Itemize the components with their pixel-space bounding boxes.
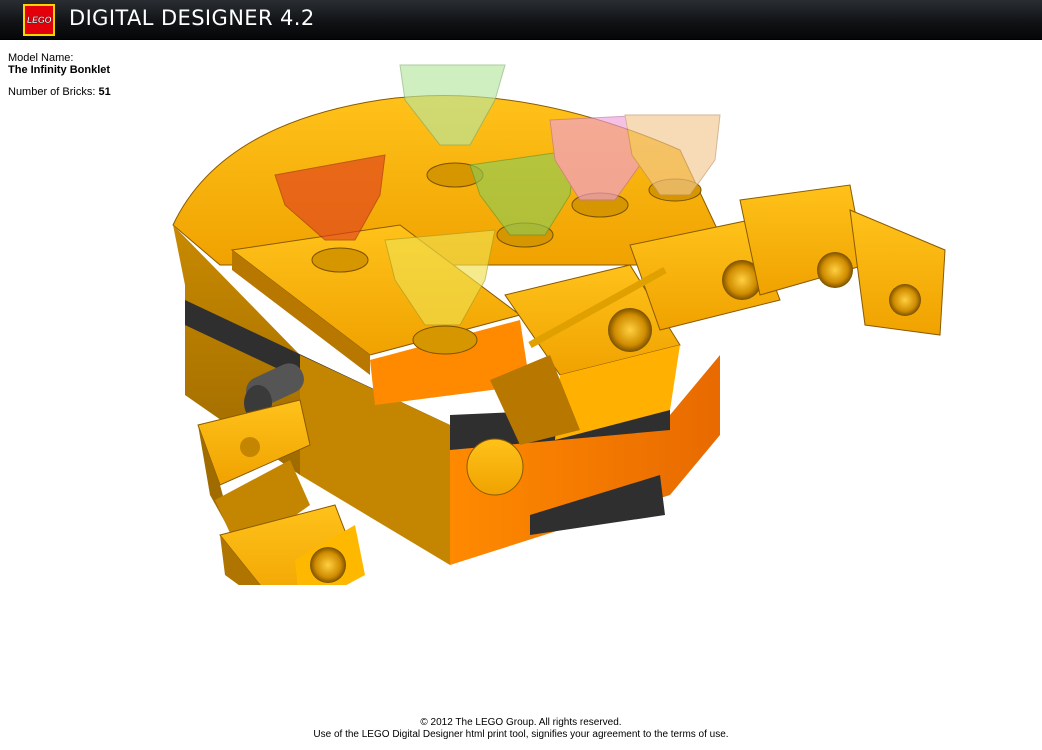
brick-count: Number of Bricks: 51 — [8, 86, 111, 98]
copyright-text: © 2012 The LEGO Group. All rights reserv… — [420, 717, 622, 728]
model-name-label: Model Name: — [8, 52, 74, 64]
brick-count-value: 51 — [98, 86, 111, 98]
app-header: LEGO DIGITAL DESIGNER 4.2 — [0, 0, 1042, 40]
lego-logo-icon: LEGO — [23, 4, 55, 36]
model-name-value: The Infinity Bonklet — [8, 64, 111, 76]
model-info: Model Name: The Infinity Bonklet Number … — [8, 52, 111, 98]
terms-text: Use of the LEGO Digital Designer html pr… — [313, 729, 729, 740]
lego-model-render — [172, 64, 946, 585]
footer: © 2012 The LEGO Group. All rights reserv… — [0, 717, 1042, 741]
brick-count-label: Number of Bricks: — [8, 86, 96, 98]
app-title: DIGITAL DESIGNER 4.2 — [69, 6, 315, 30]
logo-text: LEGO — [26, 15, 52, 25]
